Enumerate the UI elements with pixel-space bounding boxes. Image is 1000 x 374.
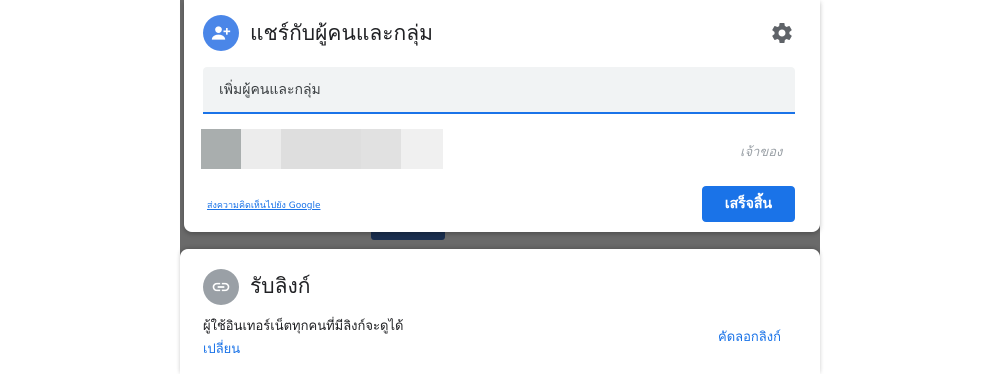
share-dialog: แชร์กับผู้คนและกลุ่ม เจ้าของ ส่งความคิดเ…: [184, 0, 820, 232]
pixelated-name: [241, 129, 281, 169]
link-icon: [203, 269, 239, 305]
get-link-title: รับลิงก์: [250, 274, 311, 298]
pixelated-name: [361, 129, 401, 169]
share-dialog-title: แชร์กับผู้คนและกลุ่ม: [250, 21, 433, 45]
send-feedback-link[interactable]: ส่งความคิดเห็นไปยัง Google: [207, 198, 320, 212]
copy-link-button[interactable]: คัดลอกลิงก์: [718, 326, 781, 347]
pixelated-avatar: [201, 129, 241, 169]
link-access-description: ผู้ใช้อินเทอร์เน็ตทุกคนที่มีลิงก์จะดูได้: [203, 319, 404, 334]
person-add-icon: [203, 15, 239, 51]
get-link-panel: รับลิงก์ ผู้ใช้อินเทอร์เน็ตทุกคนที่มีลิง…: [180, 249, 820, 374]
pixelated-name: [281, 129, 361, 169]
owner-role-label: เจ้าของ: [740, 145, 783, 160]
add-people-input[interactable]: [203, 67, 795, 114]
done-button[interactable]: เสร็จสิ้น: [702, 186, 795, 222]
pixelated-name: [401, 129, 443, 169]
change-access-link[interactable]: เปลี่ยน: [203, 338, 240, 359]
gear-icon[interactable]: [770, 21, 794, 45]
